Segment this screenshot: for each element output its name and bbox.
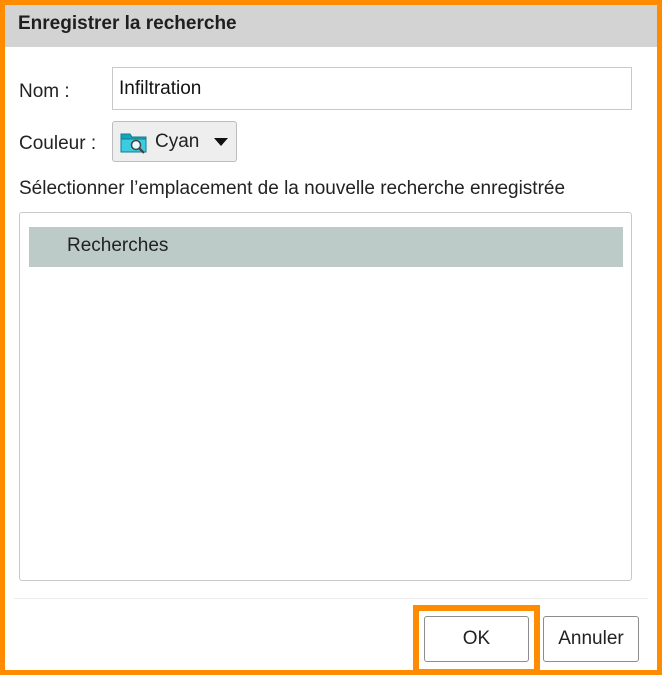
chevron-down-icon bbox=[214, 138, 228, 146]
save-search-dialog: Enregistrer la recherche Nom : Couleur :… bbox=[0, 0, 662, 675]
folder-search-icon bbox=[120, 133, 147, 154]
tree-item-recherches[interactable]: Recherches bbox=[29, 227, 623, 267]
cancel-button[interactable]: Annuler bbox=[543, 616, 639, 662]
location-instruction: Sélectionner l’emplacement de la nouvell… bbox=[19, 178, 566, 199]
dialog-title: Enregistrer la recherche bbox=[5, 5, 657, 47]
name-label: Nom : bbox=[19, 81, 70, 102]
ok-button[interactable]: OK bbox=[424, 616, 529, 662]
name-input[interactable] bbox=[112, 67, 632, 110]
color-dropdown[interactable]: Cyan bbox=[112, 121, 237, 162]
color-label: Couleur : bbox=[19, 133, 97, 154]
location-tree[interactable]: Recherches bbox=[19, 212, 632, 581]
color-dropdown-value: Cyan bbox=[155, 130, 200, 152]
footer-divider bbox=[14, 598, 648, 599]
